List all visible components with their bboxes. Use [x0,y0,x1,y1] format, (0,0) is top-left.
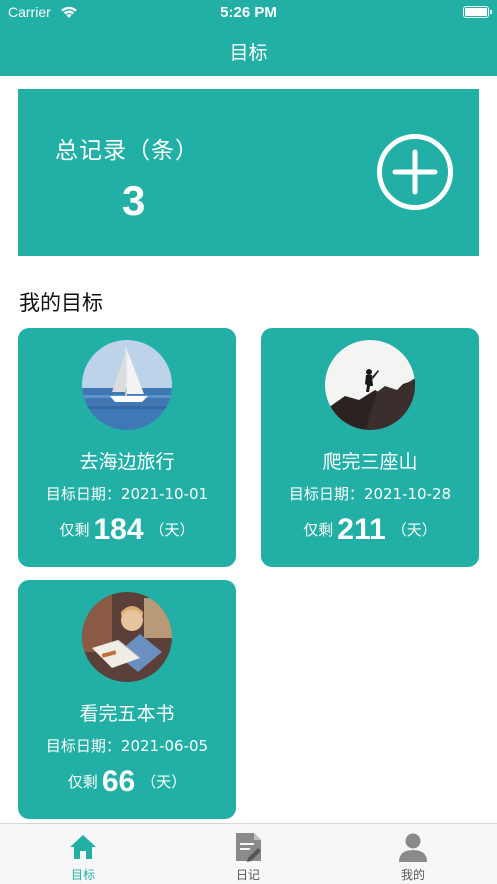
summary-card: 总记录（条） 3 [18,89,479,256]
tab-diary[interactable]: 日记 [188,824,308,884]
child-reading-photo [82,592,172,682]
tab-goals[interactable]: 目标 [23,824,143,884]
remaining-days: 211 [337,513,386,546]
remaining-prefix: 仅剩 [59,521,90,539]
remaining-days: 184 [93,513,144,546]
remaining-prefix: 仅剩 [303,521,334,539]
remaining-suffix: （天） [141,773,187,791]
goal-date: 目标日期：2021-06-05 [45,737,209,755]
remaining-prefix: 仅剩 [67,773,98,791]
tab-label: 日记 [235,868,260,882]
goal-card[interactable]: 爬完三座山 目标日期：2021-10-28 仅剩 211 （天） [261,328,479,567]
goal-remaining: 仅剩 184 （天） [18,509,236,546]
goal-card[interactable]: 去海边旅行 目标日期：2021-10-01 仅剩 184 （天） [18,328,236,567]
goal-remaining: 仅剩 211 （天） [261,509,479,546]
sailboat-photo [82,340,172,430]
goal-name: 看完五本书 [79,703,175,725]
goal-name: 去海边旅行 [79,451,175,473]
total-records-label: 总记录（条） [55,138,199,164]
plus-circle-icon [377,134,453,210]
remaining-suffix: （天） [149,521,195,539]
tab-label: 我的 [400,868,425,882]
tab-label: 目标 [70,868,95,882]
status-bar: Carrier 5:26 PM [0,0,497,26]
person-icon [399,832,427,862]
diary-icon [234,832,262,862]
top-bar: Carrier 5:26 PM 目标 [0,0,497,76]
home-icon [69,832,97,862]
tab-mine[interactable]: 我的 [353,824,473,884]
goal-date: 目标日期：2021-10-28 [288,485,452,503]
battery-icon [463,6,492,18]
total-records-count: 3 [122,177,146,224]
goal-card[interactable]: 看完五本书 目标日期：2021-06-05 仅剩 66 （天） [18,580,236,819]
goal-date: 目标日期：2021-10-01 [45,485,209,503]
hiker-photo [325,340,415,430]
section-title: 我的目标 [19,291,103,315]
goal-remaining: 仅剩 66 （天） [18,761,236,798]
tab-bar: 目标 日记 我的 [0,823,497,884]
remaining-suffix: （天） [391,521,437,539]
add-goal-button[interactable] [376,133,454,211]
remaining-days: 66 [101,765,136,798]
page-title: 目标 [229,42,268,64]
status-time: 5:26 PM [220,4,277,21]
goal-name: 爬完三座山 [322,451,418,473]
